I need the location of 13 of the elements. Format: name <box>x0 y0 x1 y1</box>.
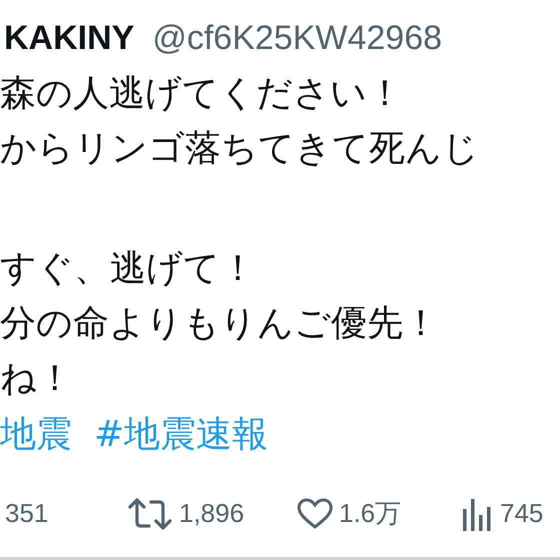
tweet-text-line: すぐ、逃げて！ <box>0 247 257 291</box>
author-name[interactable]: KAKINY <box>4 18 134 58</box>
retweet-icon[interactable] <box>127 496 173 530</box>
stat-count: 745 <box>500 498 544 529</box>
stat-count: 1,896 <box>179 498 244 529</box>
stat-count: 351 <box>5 498 48 529</box>
heart-icon[interactable] <box>297 498 333 530</box>
author-handle[interactable]: @cf6K25KW42968 <box>152 18 442 58</box>
tweet-text-line: からリンゴ落ちてきて死んじ <box>0 127 480 171</box>
tweet-text-line: 森の人逃げてください！ <box>0 72 404 116</box>
tweet-text-line: 分の命よりもりんご優先！ <box>0 302 440 346</box>
stat-count: 1.6万 <box>339 497 402 530</box>
tweet-text-line: ね！ <box>0 357 74 401</box>
